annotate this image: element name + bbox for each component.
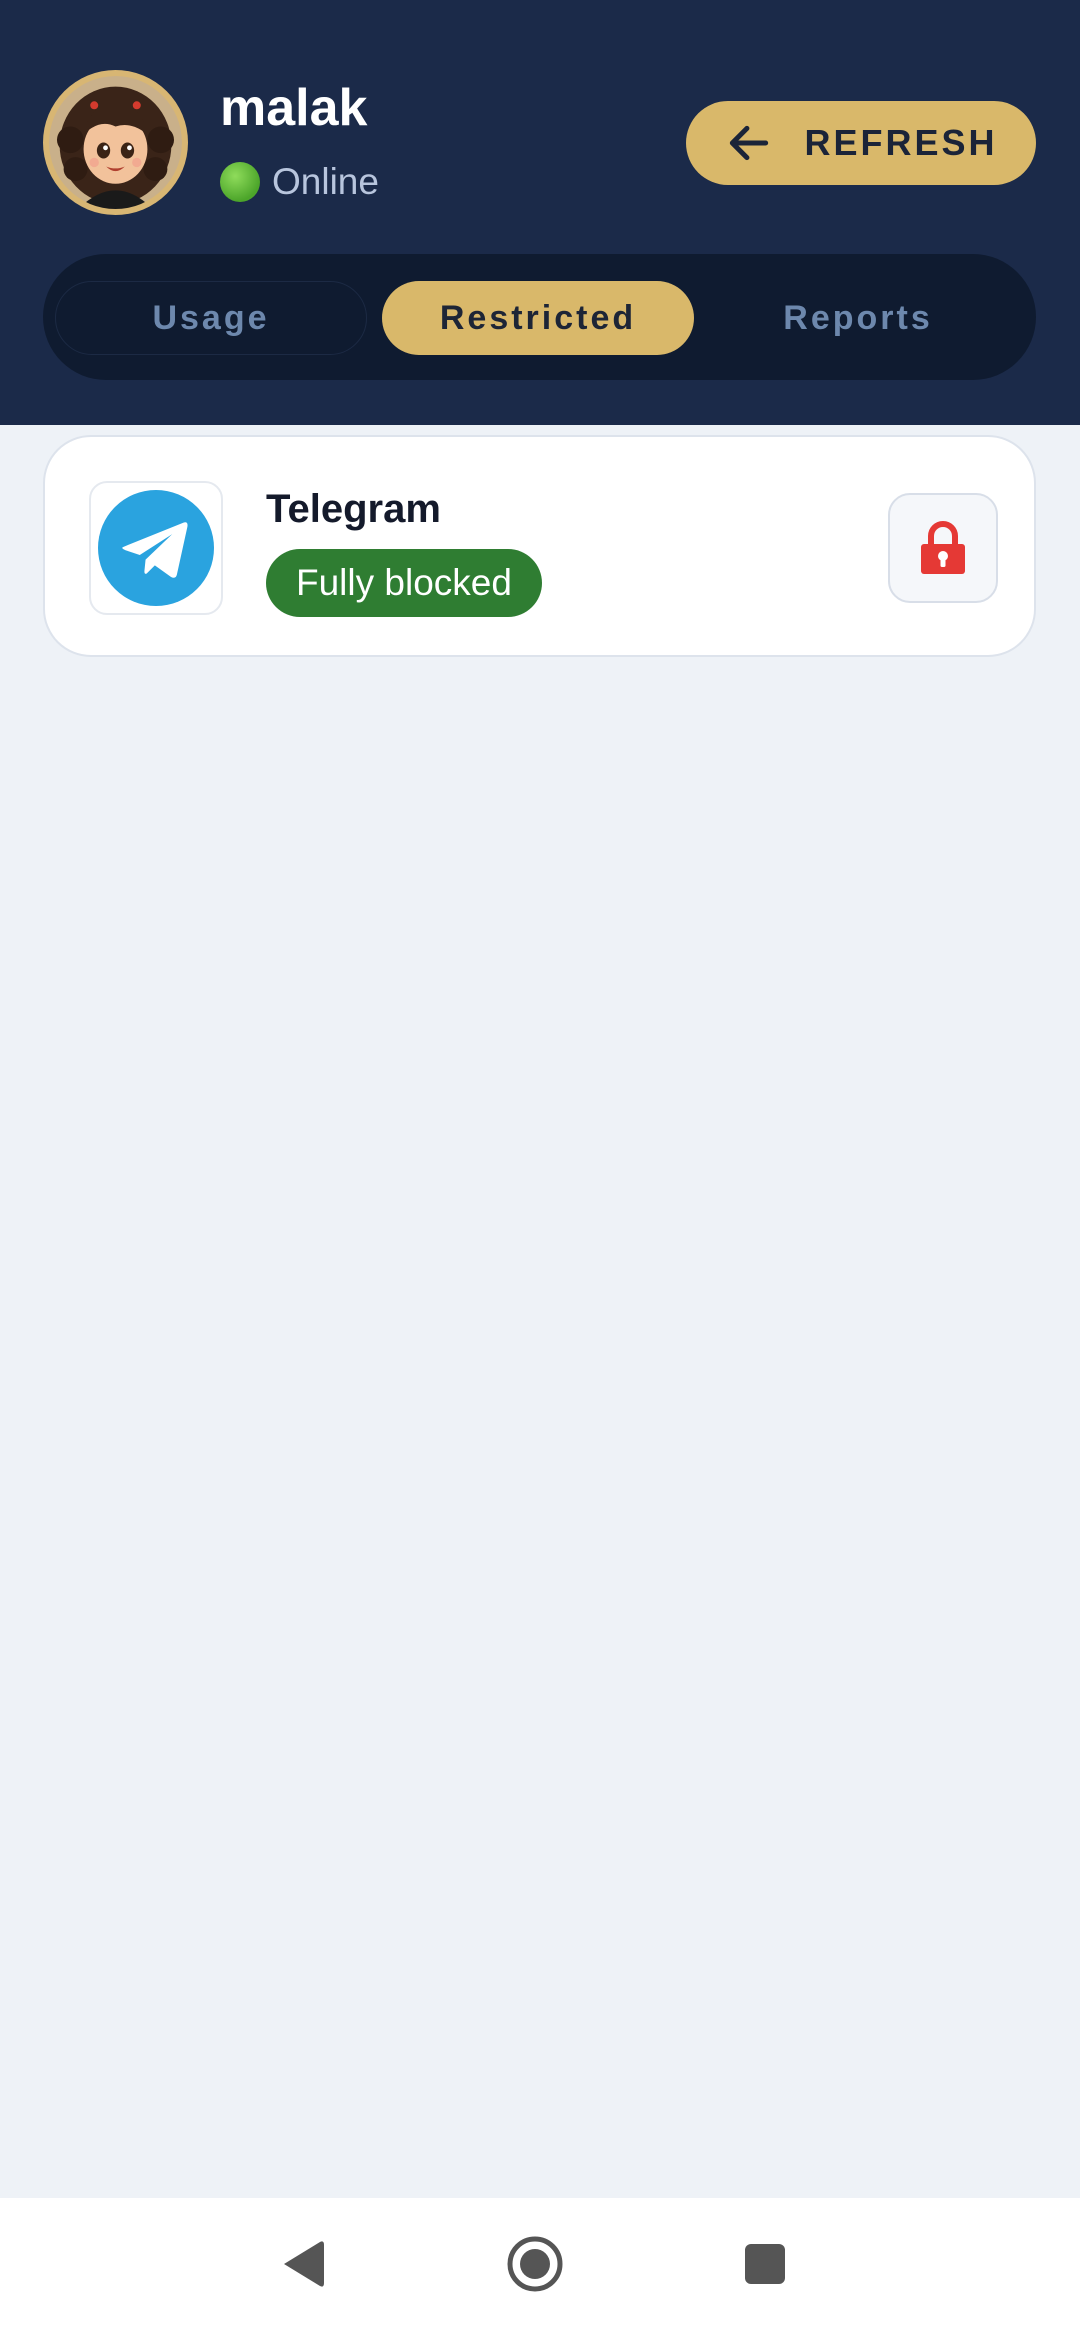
online-status: Online (220, 158, 379, 206)
online-dot-icon (220, 162, 260, 202)
telegram-icon (89, 481, 223, 615)
avatar-image (49, 76, 182, 209)
profile-name: malak (220, 79, 368, 137)
recent-apps-icon[interactable] (733, 2232, 797, 2296)
refresh-label: REFRESH (804, 122, 998, 163)
profile-header: malak Online REFRESH Usage Restricted Re… (0, 0, 1080, 425)
blocked-status-badge: Fully blocked (266, 549, 542, 617)
lock-icon (921, 521, 965, 574)
app-name: Telegram (266, 487, 441, 531)
lock-button[interactable] (888, 493, 998, 603)
system-nav-bar (0, 2198, 1080, 2328)
tab-reports[interactable]: Reports (702, 281, 1014, 355)
tab-restricted[interactable]: Restricted (382, 281, 694, 355)
tab-usage[interactable]: Usage (55, 281, 367, 355)
arrow-left-icon (724, 118, 774, 168)
refresh-button[interactable]: REFRESH (686, 101, 1036, 185)
screen: malak Online REFRESH Usage Restricted Re… (0, 0, 1080, 2328)
online-status-label: Online (272, 161, 379, 202)
home-icon[interactable] (503, 2232, 567, 2296)
avatar (43, 70, 188, 215)
restricted-app-card: Telegram Fully blocked (43, 435, 1036, 657)
back-icon[interactable] (272, 2232, 336, 2296)
tab-bar: Usage Restricted Reports (43, 254, 1036, 380)
